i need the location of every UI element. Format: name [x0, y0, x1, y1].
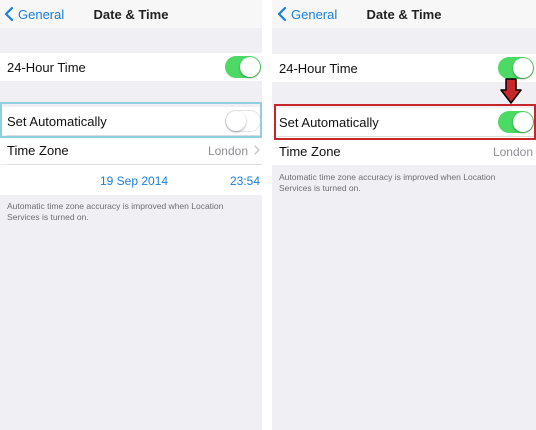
page-title: Date & Time	[93, 7, 169, 22]
highlight-box	[0, 102, 262, 138]
row-label: Time Zone	[7, 143, 69, 158]
down-arrow-icon	[500, 78, 522, 104]
page-title: Date & Time	[366, 7, 442, 22]
row-time-zone[interactable]: Time Zone London	[272, 137, 536, 165]
row-label: Time Zone	[279, 144, 341, 159]
row-24-hour-time: 24-Hour Time	[0, 53, 262, 81]
comparison-screenshot: General Date & Time 24-Hour Time Set Aut…	[0, 0, 536, 430]
date-value[interactable]: 19 Sep 2014	[100, 174, 168, 188]
nav-bar: General Date & Time	[0, 0, 262, 28]
row-date-time-picker[interactable]: 19 Sep 2014 23:54	[0, 165, 262, 195]
right-date-time-screen: General Date & Time 24-Hour Time Set Aut…	[272, 0, 536, 430]
24-hour-time-toggle[interactable]	[225, 56, 261, 78]
highlight-box	[274, 104, 536, 140]
row-label: 24-Hour Time	[7, 60, 86, 75]
nav-bar: General Date & Time	[272, 0, 536, 28]
time-zone-value: London	[207, 144, 248, 158]
24-hour-time-toggle[interactable]	[498, 57, 534, 79]
chevron-right-icon	[254, 145, 260, 155]
time-value[interactable]: 23:54	[230, 174, 260, 188]
time-zone-value: London	[492, 145, 533, 159]
left-date-time-screen: General Date & Time 24-Hour Time Set Aut…	[0, 0, 262, 430]
location-footnote: Automatic time zone accuracy is improved…	[7, 201, 224, 222]
row-label: 24-Hour Time	[279, 61, 358, 76]
row-time-zone[interactable]: Time Zone London	[0, 136, 262, 164]
row-24-hour-time: 24-Hour Time	[272, 54, 536, 82]
toggle-knob	[240, 57, 260, 77]
location-footnote: Automatic time zone accuracy is improved…	[279, 172, 496, 193]
toggle-knob	[513, 58, 533, 78]
